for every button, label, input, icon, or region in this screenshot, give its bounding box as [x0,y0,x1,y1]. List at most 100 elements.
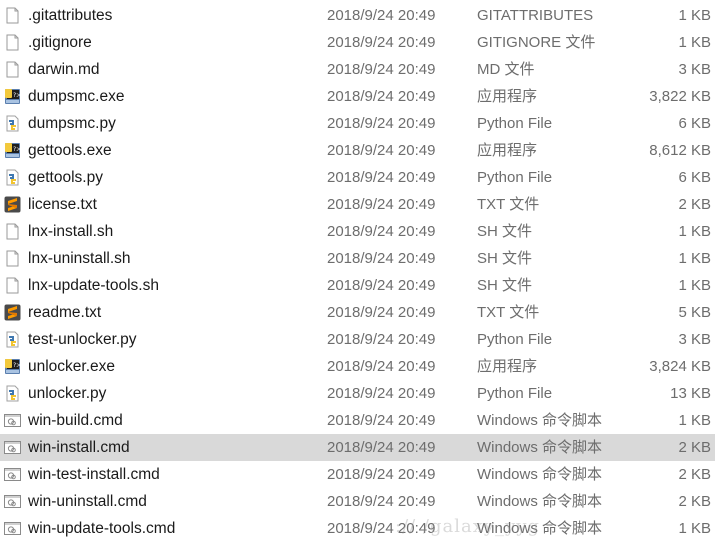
file-row[interactable]: unlocker.py 2018/9/24 20:49 Python File … [0,380,715,407]
file-name: lnx-install.sh [28,223,114,240]
file-row[interactable]: readme.txt 2018/9/24 20:49 TXT 文件 5 KB [0,299,715,326]
file-date-modified: 2018/9/24 20:49 [327,520,436,537]
file-type: TXT 文件 [477,304,540,321]
file-type: 应用程序 [477,358,538,375]
file-size: 1 KB [678,520,711,537]
svg-text:?>: ?> [13,92,21,99]
file-size: 1 KB [678,250,711,267]
python-exe-icon: ?> [4,142,21,159]
file-type: Windows 命令脚本 [477,466,603,483]
python-file-icon [4,169,21,186]
blank-file-icon [4,34,21,51]
file-name: win-build.cmd [28,412,123,429]
cmd-script-icon [4,520,21,537]
cmd-script-icon [4,466,21,483]
file-type: 应用程序 [477,142,538,159]
file-date-modified: 2018/9/24 20:49 [327,34,436,51]
file-type: Python File [477,385,553,402]
svg-text:?>: ?> [13,146,21,153]
file-date-modified: 2018/9/24 20:49 [327,304,436,321]
file-type: SH 文件 [477,223,533,240]
file-date-modified: 2018/9/24 20:49 [327,358,436,375]
file-name: win-install.cmd [28,439,130,456]
file-type: Windows 命令脚本 [477,412,603,429]
file-name: dumpsmc.py [28,115,116,132]
file-row[interactable]: win-build.cmd 2018/9/24 20:49 Windows 命令… [0,407,715,434]
blank-file-icon [4,61,21,78]
file-name: readme.txt [28,304,102,321]
file-row[interactable]: lnx-update-tools.sh 2018/9/24 20:49 SH 文… [0,272,715,299]
file-size: 2 KB [678,439,711,456]
file-row[interactable]: darwin.md 2018/9/24 20:49 MD 文件 3 KB [0,56,715,83]
file-size: 1 KB [678,34,711,51]
file-date-modified: 2018/9/24 20:49 [327,412,436,429]
python-file-icon [4,115,21,132]
file-name: unlocker.exe [28,358,116,375]
file-row[interactable]: license.txt 2018/9/24 20:49 TXT 文件 2 KB [0,191,715,218]
file-type: SH 文件 [477,277,533,294]
file-size: 5 KB [678,304,711,321]
file-date-modified: 2018/9/24 20:49 [327,439,436,456]
file-type: SH 文件 [477,250,533,267]
file-date-modified: 2018/9/24 20:49 [327,223,436,240]
file-size: 1 KB [678,412,711,429]
cmd-script-icon [4,439,21,456]
file-row[interactable]: .gitignore 2018/9/24 20:49 GITIGNORE 文件 … [0,29,715,56]
file-name: .gitattributes [28,7,113,24]
file-size: 3 KB [678,61,711,78]
file-size: 1 KB [678,223,711,240]
file-row[interactable]: ?> unlocker.exe 2018/9/24 20:49 应用程序 3,8… [0,353,715,380]
file-type: Python File [477,169,553,186]
file-type: Windows 命令脚本 [477,493,603,510]
file-name: win-uninstall.cmd [28,493,147,510]
file-date-modified: 2018/9/24 20:49 [327,385,436,402]
file-row[interactable]: win-update-tools.cmd 2018/9/24 20:49 Win… [0,515,715,542]
file-row[interactable]: ?> gettools.exe 2018/9/24 20:49 应用程序 8,6… [0,137,715,164]
file-name: dumpsmc.exe [28,88,125,105]
file-row[interactable]: .gitattributes 2018/9/24 20:49 GITATTRIB… [0,2,715,29]
file-date-modified: 2018/9/24 20:49 [327,7,436,24]
python-file-icon [4,331,21,348]
file-size: 8,612 KB [649,142,711,159]
svg-text:?>: ?> [13,362,21,369]
cmd-script-icon [4,493,21,510]
file-date-modified: 2018/9/24 20:49 [327,466,436,483]
file-date-modified: 2018/9/24 20:49 [327,142,436,159]
file-type: Python File [477,115,553,132]
file-size: 3 KB [678,331,711,348]
file-row[interactable]: ?> dumpsmc.exe 2018/9/24 20:49 应用程序 3,82… [0,83,715,110]
file-name: win-update-tools.cmd [28,520,176,537]
file-size: 3,822 KB [649,88,711,105]
cmd-script-icon [4,412,21,429]
file-row[interactable]: gettools.py 2018/9/24 20:49 Python File … [0,164,715,191]
file-size: 6 KB [678,115,711,132]
file-date-modified: 2018/9/24 20:49 [327,196,436,213]
python-exe-icon: ?> [4,358,21,375]
file-name: gettools.exe [28,142,112,159]
file-list: .gitattributes 2018/9/24 20:49 GITATTRIB… [0,2,727,542]
file-name: license.txt [28,196,97,213]
file-row[interactable]: win-test-install.cmd 2018/9/24 20:49 Win… [0,461,715,488]
file-type: TXT 文件 [477,196,540,213]
file-row[interactable]: win-uninstall.cmd 2018/9/24 20:49 Window… [0,488,715,515]
file-row[interactable]: dumpsmc.py 2018/9/24 20:49 Python File 6… [0,110,715,137]
file-date-modified: 2018/9/24 20:49 [327,331,436,348]
sublime-text-icon [4,304,21,321]
file-date-modified: 2018/9/24 20:49 [327,493,436,510]
file-row[interactable]: win-install.cmd 2018/9/24 20:49 Windows … [0,434,715,461]
file-name: darwin.md [28,61,100,78]
blank-file-icon [4,7,21,24]
blank-file-icon [4,250,21,267]
file-row[interactable]: test-unlocker.py 2018/9/24 20:49 Python … [0,326,715,353]
file-row[interactable]: lnx-uninstall.sh 2018/9/24 20:49 SH 文件 1… [0,245,715,272]
file-type: GITATTRIBUTES [477,7,594,24]
blank-file-icon [4,223,21,240]
file-row[interactable]: lnx-install.sh 2018/9/24 20:49 SH 文件 1 K… [0,218,715,245]
file-name: lnx-uninstall.sh [28,250,131,267]
file-type: GITIGNORE 文件 [477,34,596,51]
file-size: 3,824 KB [649,358,711,375]
blank-file-icon [4,277,21,294]
file-name: unlocker.py [28,385,107,402]
file-type: Windows 命令脚本 [477,439,603,456]
file-type: 应用程序 [477,88,538,105]
